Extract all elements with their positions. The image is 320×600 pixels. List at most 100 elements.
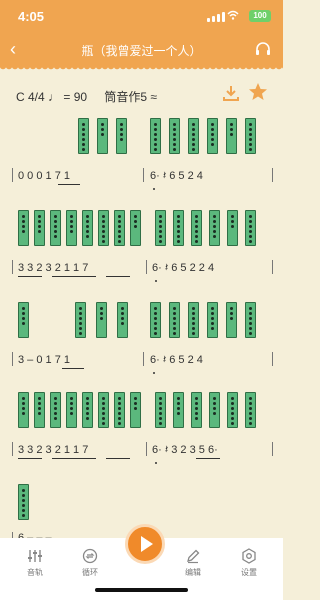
headphones-icon[interactable] xyxy=(255,41,271,57)
octave-dot xyxy=(153,188,155,190)
fingering-chart xyxy=(18,302,29,338)
barline xyxy=(143,352,144,366)
fingering-chart xyxy=(150,118,161,154)
beam-line xyxy=(52,458,96,459)
tab-settings[interactable]: 设置 xyxy=(229,548,269,578)
beam-line xyxy=(58,184,80,185)
notation-measure: 6· 𝄽 6 5 2 4 xyxy=(150,170,203,182)
fingering-chart xyxy=(66,392,77,428)
score-meta: C 4/4 ♩ = 90 筒音作5 ≈ xyxy=(16,88,157,105)
pencil-icon xyxy=(187,549,200,564)
notation-measure: 3 3 2 3 2 1 1 7 xyxy=(18,444,89,456)
tab-label: 编辑 xyxy=(185,568,201,577)
tab-label: 音轨 xyxy=(27,568,43,577)
tab-tracks[interactable]: 音轨 xyxy=(15,548,55,578)
barline xyxy=(272,168,273,182)
tempo: ♩ = 90 xyxy=(48,90,88,104)
fingering-chart xyxy=(75,302,86,338)
beam-line xyxy=(106,276,130,277)
beam-line xyxy=(18,276,42,277)
fingering-chart xyxy=(150,302,161,338)
fingering-chart xyxy=(117,302,128,338)
fingering-chart xyxy=(50,210,61,246)
equalizer-icon xyxy=(28,550,42,562)
favorite-star-icon[interactable] xyxy=(248,82,268,102)
barline xyxy=(12,260,13,274)
gear-icon xyxy=(242,548,256,564)
fingering-chart xyxy=(245,392,256,428)
notation-measure: 6· 𝄽 6 5 2 4 xyxy=(150,354,203,366)
fingering-chart xyxy=(245,302,256,338)
octave-dot xyxy=(155,462,157,464)
loop-icon xyxy=(82,548,98,564)
fingering-chart xyxy=(227,210,238,246)
nav-bar: ‹ 瓶（我曾爱过一个人） xyxy=(0,34,283,66)
fingering-chart xyxy=(98,392,109,428)
tab-label: 设置 xyxy=(241,568,257,577)
beam-line xyxy=(18,458,42,459)
fingering-chart xyxy=(114,210,125,246)
octave-dot xyxy=(155,280,157,282)
status-time: 4:05 xyxy=(18,9,45,24)
fingering-chart xyxy=(173,210,184,246)
fingering-chart xyxy=(34,210,45,246)
fingering-chart xyxy=(169,118,180,154)
signal-icon xyxy=(207,12,225,22)
fingering-chart xyxy=(98,210,109,246)
wifi-icon xyxy=(227,10,239,20)
fingering-chart xyxy=(114,392,125,428)
fingering-chart xyxy=(130,210,141,246)
fingering-chart xyxy=(227,392,238,428)
barline xyxy=(146,442,147,456)
notation-measure: 6· 𝄽 3 2 3 5 6· xyxy=(152,444,218,456)
fingering-chart xyxy=(207,302,218,338)
tab-loop[interactable]: 循环 xyxy=(70,548,110,578)
barline xyxy=(12,352,13,366)
play-button[interactable] xyxy=(125,524,165,564)
octave-dot xyxy=(153,372,155,374)
fingering-chart xyxy=(130,392,141,428)
back-button[interactable]: ‹ xyxy=(10,39,16,60)
fingering-chart xyxy=(209,210,220,246)
nav-scalloped-edge xyxy=(0,66,283,72)
fingering-chart xyxy=(18,392,29,428)
fingering-chart xyxy=(82,210,93,246)
notation-measure: 3 3 2 3 2 1 1 7 xyxy=(18,262,89,274)
barline xyxy=(143,168,144,182)
barline xyxy=(272,352,273,366)
fingering-chart xyxy=(245,210,256,246)
battery-indicator: 100 xyxy=(249,10,271,22)
fingering-chart xyxy=(188,118,199,154)
fingering-chart xyxy=(209,392,220,428)
fingering-chart xyxy=(155,392,166,428)
barline xyxy=(272,442,273,456)
fingering-chart xyxy=(78,118,89,154)
tab-edit[interactable]: 编辑 xyxy=(173,548,213,578)
tab-label: 循环 xyxy=(82,568,98,577)
fingering-chart xyxy=(34,392,45,428)
fingering-chart xyxy=(66,210,77,246)
fingering-chart xyxy=(226,302,237,338)
barline xyxy=(12,168,13,182)
fingering-chart xyxy=(191,392,202,428)
beam-line xyxy=(52,276,96,277)
fingering-chart xyxy=(50,392,61,428)
beam-line xyxy=(196,458,220,459)
beam-line xyxy=(106,458,130,459)
beam-line xyxy=(62,368,84,369)
fingering-chart xyxy=(116,118,127,154)
fingering-chart xyxy=(207,118,218,154)
tuning-mode[interactable]: 筒音作5 ≈ xyxy=(104,90,157,104)
fingering-chart xyxy=(155,210,166,246)
notation-measure: 0 0 0 1 7 1 xyxy=(18,170,70,182)
download-icon[interactable] xyxy=(222,84,240,102)
notation-measure: 6· 𝄽 6 5 2 2 4 xyxy=(152,262,215,274)
barline xyxy=(146,260,147,274)
fingering-chart xyxy=(82,392,93,428)
fingering-chart xyxy=(191,210,202,246)
barline xyxy=(272,260,273,274)
status-bar: 4:05 100 xyxy=(0,0,283,34)
fingering-chart xyxy=(188,302,199,338)
page-title: 瓶（我曾爱过一个人） xyxy=(81,44,202,58)
fingering-chart xyxy=(226,118,237,154)
